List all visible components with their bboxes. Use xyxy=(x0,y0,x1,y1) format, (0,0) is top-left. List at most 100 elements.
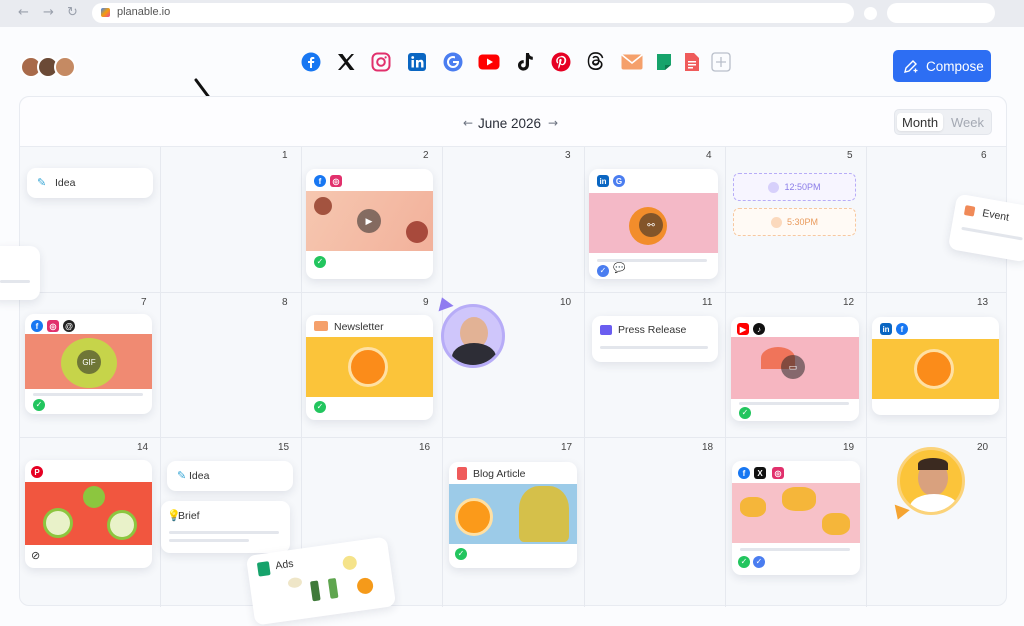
brief-card[interactable]: 💡 Brief xyxy=(161,501,290,553)
post-card[interactable]: f ◎ @ GIF ✓ xyxy=(25,314,152,414)
youtube-icon[interactable] xyxy=(478,51,500,73)
ads-label: Ads xyxy=(274,557,295,573)
facebook-icon: f xyxy=(896,323,908,335)
linkedin-icon: in xyxy=(880,323,892,335)
instagram-icon: ◎ xyxy=(330,175,342,187)
grid-line xyxy=(866,147,867,607)
post-image: ▭ xyxy=(731,337,859,399)
reload-icon[interactable]: ↻ xyxy=(67,5,78,20)
text-placeholder xyxy=(600,346,708,349)
prev-month-button[interactable]: ← xyxy=(463,116,473,130)
compose-button[interactable]: Compose xyxy=(893,50,991,82)
threads-icon: @ xyxy=(63,320,75,332)
post-card[interactable]: f X ◎ ✓ ✓ xyxy=(732,461,860,575)
email-icon xyxy=(314,321,328,331)
email-icon[interactable] xyxy=(621,51,643,73)
text-placeholder xyxy=(961,226,1023,241)
post-card[interactable]: in f xyxy=(872,317,999,415)
day-number: 8 xyxy=(282,297,288,308)
google-icon: G xyxy=(613,175,625,187)
grid-line xyxy=(20,292,1006,293)
scheduled-icon: ✓ xyxy=(753,556,765,568)
post-image xyxy=(872,339,999,399)
time-slot[interactable]: 12:50PM xyxy=(733,173,856,201)
instagram-icon[interactable] xyxy=(370,51,392,73)
idea-card[interactable]: ✎ Idea xyxy=(27,168,153,198)
calendar: ← June 2026 → Month Week 1 2 3 4 5 6 7 8… xyxy=(19,96,1007,607)
time-slot[interactable]: 5:30PM xyxy=(733,208,856,236)
linkedin-icon[interactable] xyxy=(406,51,428,73)
linkedin-icon: in xyxy=(597,175,609,187)
back-icon[interactable]: ← xyxy=(18,5,29,20)
post-image: ⚯ xyxy=(589,193,718,253)
tiktok-icon: ♪ xyxy=(753,323,765,335)
event-icon xyxy=(963,205,976,217)
press-icon xyxy=(600,325,612,335)
day-number: 1 xyxy=(282,150,288,161)
document-icon xyxy=(457,467,467,480)
newsletter-label: Newsletter xyxy=(334,321,384,333)
brief-icon[interactable] xyxy=(653,51,675,73)
post-image xyxy=(25,482,152,545)
grid-line xyxy=(442,147,443,607)
x-icon: X xyxy=(754,467,766,479)
pen-icon xyxy=(904,59,918,73)
text-placeholder xyxy=(169,539,249,542)
approved-icon: ✓ xyxy=(314,401,326,413)
address-bar[interactable]: planable.io xyxy=(92,3,854,23)
scheduled-icon: ✓ xyxy=(597,265,609,277)
post-image xyxy=(449,484,577,544)
grid-line xyxy=(725,147,726,607)
post-card[interactable]: in G ⚯ ✓ 💬 xyxy=(589,169,718,279)
day-number: 3 xyxy=(565,150,571,161)
comment-icon: 💬 xyxy=(613,263,626,274)
google-icon[interactable] xyxy=(442,51,464,73)
view-toggle: Month Week xyxy=(894,109,992,135)
newsletter-card[interactable]: Newsletter ✓ xyxy=(306,315,433,420)
idea-icon: ✎ xyxy=(37,177,47,189)
browser-extension-bar xyxy=(887,3,995,23)
post-card[interactable]: f ◎ ▶ ✓ xyxy=(306,169,433,279)
post-card[interactable]: P ⊘ xyxy=(25,460,152,568)
view-week-button[interactable]: Week xyxy=(946,113,989,131)
calendar-header: ← June 2026 → Month Week xyxy=(20,97,1006,147)
x-icon[interactable] xyxy=(335,51,357,73)
time-slot-label: 12:50PM xyxy=(784,182,821,192)
day-number: 2 xyxy=(423,150,429,161)
day-number: 15 xyxy=(278,442,290,453)
facebook-icon: f xyxy=(31,320,43,332)
approved-icon: ✓ xyxy=(314,256,326,268)
facebook-icon: f xyxy=(738,467,750,479)
press-release-card[interactable]: Press Release xyxy=(592,316,718,362)
browser-profile-icon[interactable] xyxy=(864,7,877,20)
idea-card[interactable]: ✎ Idea xyxy=(167,461,293,491)
post-image: GIF xyxy=(25,334,152,389)
add-channel-icon[interactable] xyxy=(710,51,732,73)
idea-label: Idea xyxy=(55,177,76,189)
facebook-icon: f xyxy=(314,175,326,187)
url-text: planable.io xyxy=(117,6,171,18)
day-number: 6 xyxy=(981,150,987,161)
text-placeholder xyxy=(597,259,707,262)
day-number: 16 xyxy=(419,442,431,453)
next-month-button[interactable]: → xyxy=(548,116,558,130)
floating-card xyxy=(0,246,40,300)
video-icon: ▭ xyxy=(781,355,805,379)
clock-icon xyxy=(768,181,780,193)
day-number: 7 xyxy=(141,297,147,308)
threads-icon[interactable] xyxy=(585,51,607,73)
post-image: ▶ xyxy=(306,191,433,251)
post-card[interactable]: ▶ ♪ ▭ ✓ xyxy=(731,317,859,421)
forward-icon[interactable]: → xyxy=(43,5,54,20)
pinterest-icon[interactable] xyxy=(550,51,572,73)
blog-article-card[interactable]: Blog Article ✓ xyxy=(449,462,577,568)
instagram-icon: ◎ xyxy=(47,320,59,332)
view-month-button[interactable]: Month xyxy=(897,113,944,131)
facebook-icon[interactable] xyxy=(300,51,322,73)
document-icon[interactable] xyxy=(681,51,703,73)
tiktok-icon[interactable] xyxy=(514,51,536,73)
grid-line xyxy=(20,437,1006,438)
avatar[interactable] xyxy=(54,56,76,78)
cursor-icon xyxy=(434,294,454,312)
idea-icon: ✎ xyxy=(177,470,187,482)
